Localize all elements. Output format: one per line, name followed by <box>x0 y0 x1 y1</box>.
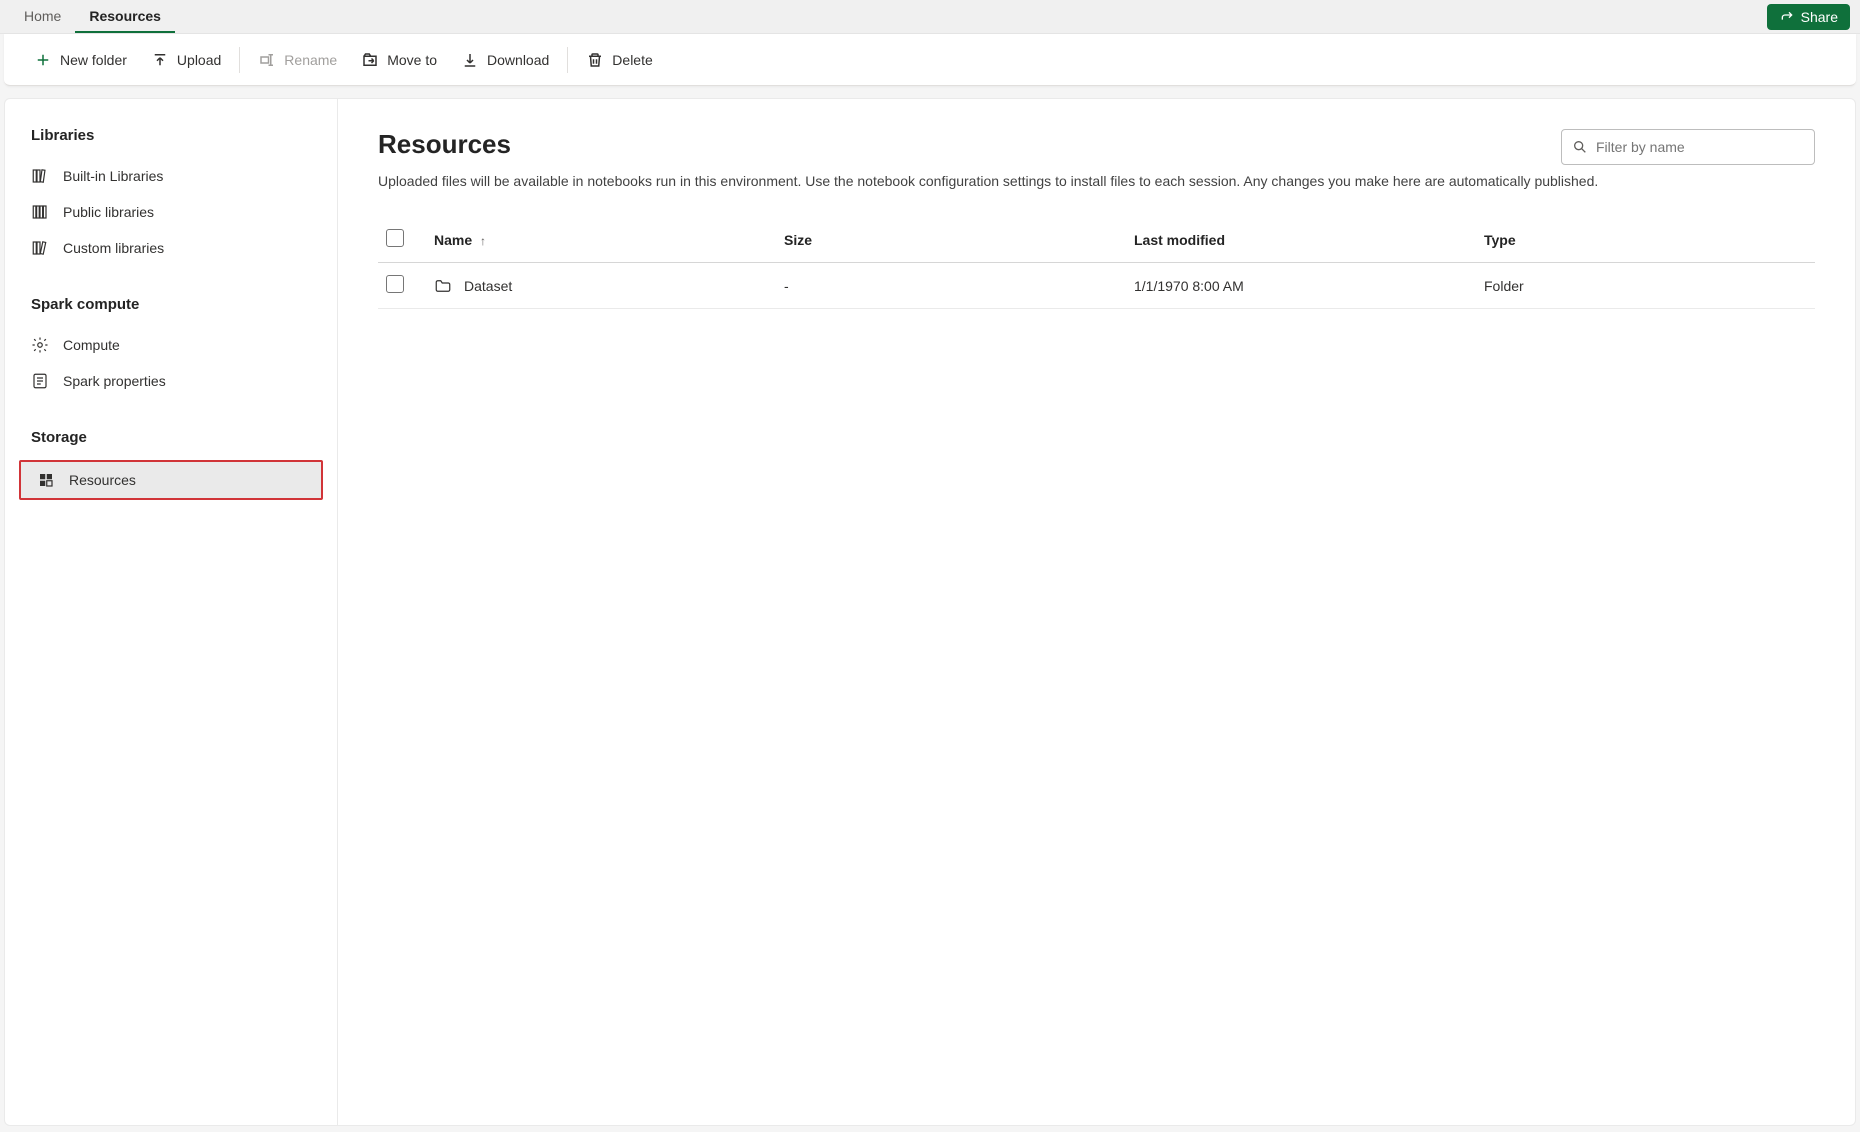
row-size-cell: - <box>776 263 1126 309</box>
upload-label: Upload <box>177 52 221 68</box>
main-header: Resources <box>378 129 1815 165</box>
files-table: Name ↑ Size Last modified Type Dataset <box>378 217 1815 309</box>
toolbar: New folder Upload Rename Move to Downloa… <box>4 34 1856 86</box>
doc-list-icon <box>31 372 49 390</box>
sidebar-item-spark-properties[interactable]: Spark properties <box>15 363 327 399</box>
col-header-type[interactable]: Type <box>1476 217 1815 263</box>
sort-asc-icon: ↑ <box>480 234 486 248</box>
new-folder-label: New folder <box>60 52 127 68</box>
separator <box>567 47 568 73</box>
sidebar-item-resources[interactable]: Resources <box>19 460 323 500</box>
col-header-modified[interactable]: Last modified <box>1126 217 1476 263</box>
delete-label: Delete <box>612 52 652 68</box>
new-folder-button[interactable]: New folder <box>22 45 139 75</box>
books-icon <box>31 203 49 221</box>
page-title: Resources <box>378 129 511 160</box>
sidebar-item-label: Custom libraries <box>63 240 164 256</box>
sidebar-item-label: Built-in Libraries <box>63 168 163 184</box>
col-header-checkbox[interactable] <box>378 217 426 263</box>
gear-icon <box>31 336 49 354</box>
download-button[interactable]: Download <box>449 45 561 75</box>
tab-home[interactable]: Home <box>10 1 75 33</box>
sidebar-item-public-libraries[interactable]: Public libraries <box>15 194 327 230</box>
table-row[interactable]: Dataset - 1/1/1970 8:00 AM Folder <box>378 263 1815 309</box>
download-label: Download <box>487 52 549 68</box>
filter-input[interactable] <box>1596 139 1804 155</box>
separator <box>239 47 240 73</box>
upload-icon <box>151 51 169 69</box>
rename-button: Rename <box>246 45 349 75</box>
sidebar-item-compute[interactable]: Compute <box>15 327 327 363</box>
resources-icon <box>37 471 55 489</box>
share-label: Share <box>1801 9 1838 25</box>
sidebar-section-spark: Spark compute <box>15 286 327 327</box>
tab-resources[interactable]: Resources <box>75 1 175 33</box>
col-name-label: Name <box>434 232 472 248</box>
sidebar-item-custom-libraries[interactable]: Custom libraries <box>15 230 327 266</box>
share-icon <box>1779 9 1795 25</box>
main-panel: Resources Uploaded files will be availab… <box>338 99 1855 1125</box>
rename-icon <box>258 51 276 69</box>
sidebar-item-label: Resources <box>69 472 136 488</box>
delete-button[interactable]: Delete <box>574 45 664 75</box>
share-button[interactable]: Share <box>1767 4 1850 30</box>
move-to-button[interactable]: Move to <box>349 45 449 75</box>
row-type-cell: Folder <box>1476 263 1815 309</box>
upload-button[interactable]: Upload <box>139 45 233 75</box>
move-to-label: Move to <box>387 52 437 68</box>
books-icon <box>31 239 49 257</box>
sidebar: Libraries Built-in Libraries Public libr… <box>5 99 338 1125</box>
rename-label: Rename <box>284 52 337 68</box>
content: Libraries Built-in Libraries Public libr… <box>4 98 1856 1126</box>
move-icon <box>361 51 379 69</box>
download-icon <box>461 51 479 69</box>
checkbox-icon[interactable] <box>386 229 404 247</box>
row-modified-cell: 1/1/1970 8:00 AM <box>1126 263 1476 309</box>
sidebar-item-label: Compute <box>63 337 120 353</box>
col-header-size[interactable]: Size <box>776 217 1126 263</box>
trash-icon <box>586 51 604 69</box>
sidebar-item-builtin-libraries[interactable]: Built-in Libraries <box>15 158 327 194</box>
sidebar-item-label: Spark properties <box>63 373 166 389</box>
search-icon <box>1572 139 1588 155</box>
checkbox-icon[interactable] <box>386 275 404 293</box>
filter-box[interactable] <box>1561 129 1815 165</box>
row-checkbox-cell[interactable] <box>378 263 426 309</box>
sidebar-section-libraries: Libraries <box>15 117 327 158</box>
sidebar-section-storage: Storage <box>15 419 327 460</box>
tabs: Home Resources <box>10 1 175 33</box>
col-header-name[interactable]: Name ↑ <box>426 217 776 263</box>
row-name-label: Dataset <box>464 278 512 294</box>
books-icon <box>31 167 49 185</box>
row-name-cell[interactable]: Dataset <box>426 263 776 309</box>
folder-icon <box>434 277 452 295</box>
description: Uploaded files will be available in note… <box>378 171 1778 191</box>
sidebar-item-label: Public libraries <box>63 204 154 220</box>
header-bar: Home Resources Share <box>0 0 1860 34</box>
plus-icon <box>34 51 52 69</box>
